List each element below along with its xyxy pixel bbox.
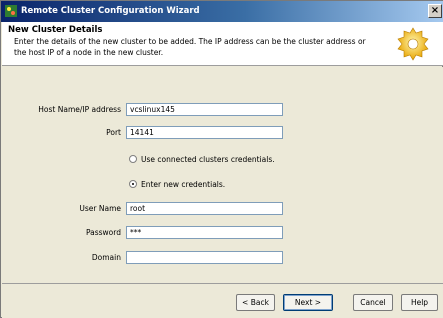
- cluster-app-icon: [5, 5, 17, 17]
- new-credentials-radio[interactable]: [129, 180, 137, 188]
- page-title: New Cluster Details: [8, 25, 103, 35]
- connected-credentials-radio[interactable]: [129, 155, 137, 163]
- form-panel: Host Name/IP address vcslinux145 Port 14…: [2, 67, 443, 283]
- window-title: Remote Cluster Configuration Wizard: [21, 6, 200, 16]
- user-label: User Name: [79, 204, 121, 213]
- connected-credentials-option[interactable]: Use connected clusters credentials.: [129, 155, 275, 164]
- page-description: Enter the details of the new cluster to …: [14, 37, 366, 57]
- close-button[interactable]: ×: [428, 4, 442, 18]
- user-input[interactable]: root: [126, 202, 283, 215]
- title-bar: Remote Cluster Configuration Wizard ×: [1, 1, 443, 22]
- password-label: Password: [85, 228, 121, 237]
- back-button[interactable]: < Back: [236, 294, 275, 311]
- wizard-window: Remote Cluster Configuration Wizard × Ne…: [0, 0, 443, 318]
- domain-input[interactable]: [126, 251, 283, 264]
- host-input[interactable]: vcslinux145: [126, 103, 283, 116]
- gear-wizard-icon: [397, 27, 429, 61]
- host-label: Host Name/IP address: [38, 105, 121, 114]
- button-bar: < Back Next > Cancel Help: [2, 284, 443, 318]
- help-button[interactable]: Help: [401, 294, 438, 311]
- port-label: Port: [106, 128, 121, 137]
- wizard-header: New Cluster Details Enter the details of…: [2, 22, 443, 66]
- cancel-button[interactable]: Cancel: [353, 294, 393, 311]
- connected-credentials-label: Use connected clusters credentials.: [141, 155, 275, 164]
- port-input[interactable]: 14141: [126, 126, 283, 139]
- new-credentials-label: Enter new credentials.: [141, 180, 226, 189]
- next-button[interactable]: Next >: [283, 294, 333, 311]
- password-input[interactable]: ***: [126, 226, 283, 239]
- domain-label: Domain: [91, 253, 121, 262]
- new-credentials-option[interactable]: Enter new credentials.: [129, 180, 225, 189]
